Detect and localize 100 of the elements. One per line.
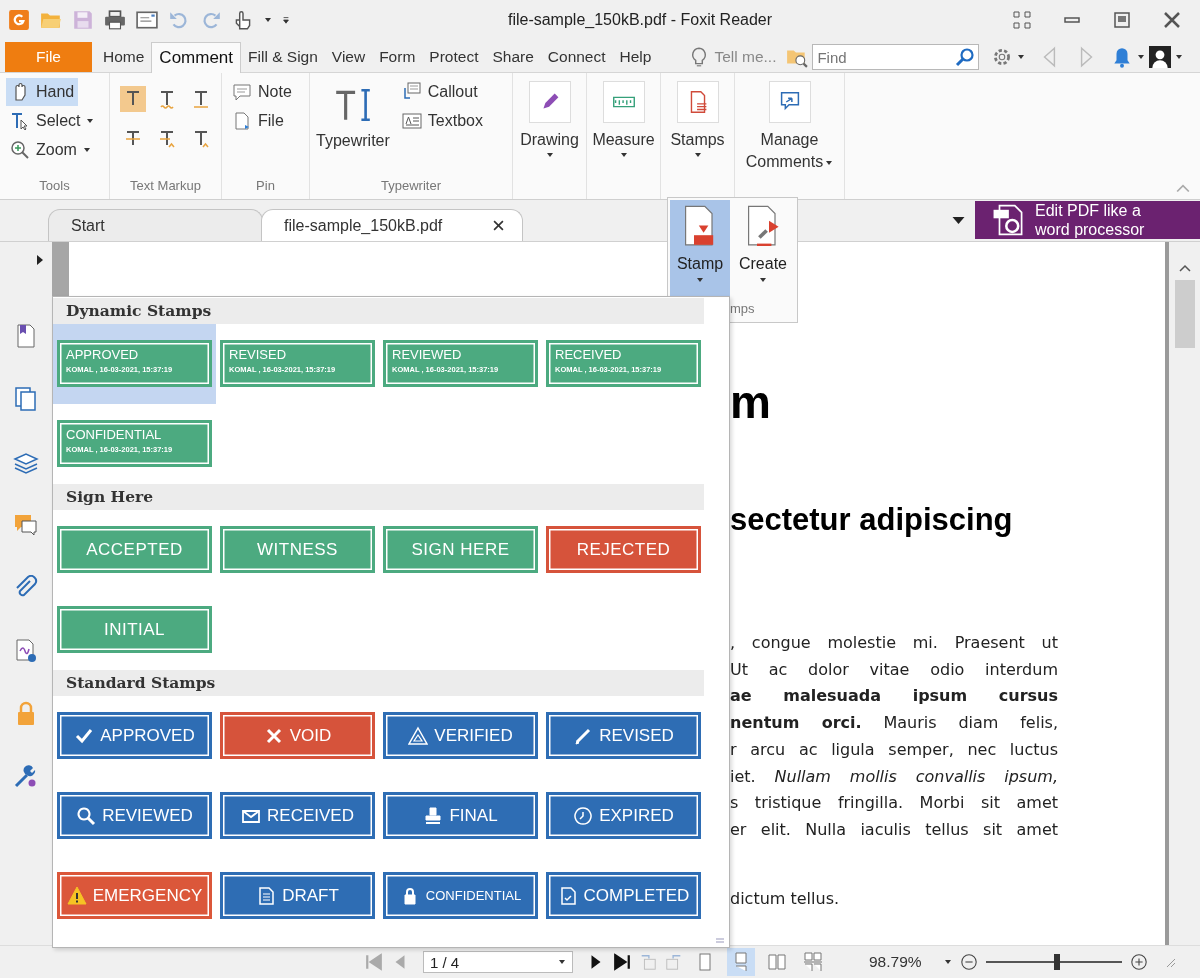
stamp-option[interactable]: COMPLETED — [542, 856, 705, 936]
caret-icon[interactable] — [1137, 53, 1146, 61]
pin-button[interactable]: File — [228, 107, 288, 135]
callout-icon — [401, 82, 422, 102]
zoom-out-icon[interactable] — [959, 953, 978, 971]
stamp: DRAFT — [220, 872, 375, 919]
stamp: REVISED — [546, 712, 701, 759]
slider-thumb[interactable] — [1053, 954, 1060, 970]
search-icon[interactable] — [955, 47, 976, 67]
typewriter-button[interactable]: Typewriter — [316, 78, 390, 178]
stamp: EMERGENCY — [57, 872, 212, 919]
section-header: Standard Stamps — [53, 670, 704, 696]
stamp-option[interactable]: REJECTED — [542, 510, 705, 590]
pages-icon[interactable] — [13, 386, 39, 412]
stamp: VERIFIED — [383, 712, 538, 759]
menu-tab[interactable]: Comment — [151, 42, 242, 73]
avatar-icon[interactable] — [1149, 46, 1172, 68]
caret-icon[interactable] — [264, 16, 272, 24]
section-header: Dynamic Stamps — [53, 298, 704, 324]
zoom-in-icon[interactable] — [1129, 953, 1148, 971]
group-label: Text Markup — [129, 178, 202, 195]
maximize-icon[interactable] — [1112, 10, 1132, 30]
signature-icon[interactable] — [13, 638, 39, 664]
stamp: ACCEPTED — [57, 526, 212, 573]
markup-button[interactable] — [120, 86, 146, 112]
caret-icon — [696, 276, 704, 284]
resize-grip-icon[interactable] — [715, 938, 725, 944]
group-label: Tools — [38, 178, 71, 195]
pin-button[interactable]: Note — [228, 78, 296, 106]
typewriter-tool-button[interactable]: Textbox — [397, 107, 487, 135]
group-label: Typewriter — [380, 178, 442, 195]
stamp-option[interactable]: EMERGENCY — [53, 856, 216, 936]
menu-tab[interactable]: Protect — [422, 42, 486, 72]
stamp: SIGN HERE — [383, 526, 538, 573]
stamp-option[interactable]: REVISED — [542, 696, 705, 776]
promo-banner[interactable]: Edit PDF like a word processor — [975, 201, 1200, 239]
caret-icon[interactable] — [1017, 53, 1026, 61]
ribbon-button[interactable]: Manage Comments — [741, 78, 838, 173]
find-field[interactable]: Find — [812, 44, 980, 70]
customize-icon[interactable] — [282, 16, 290, 24]
stamp-option[interactable]: FINAL — [379, 776, 542, 856]
stamp-option[interactable]: RECEIVED — [216, 776, 379, 856]
document-tab[interactable]: file-sample_150kB.pdf — [261, 209, 523, 241]
file-icon — [232, 111, 252, 131]
close-icon[interactable] — [493, 220, 504, 231]
stamp: VOID — [220, 712, 375, 759]
menu-tab[interactable]: Home — [96, 42, 152, 72]
page-number-field[interactable]: 1 / 4 — [423, 951, 573, 973]
menu-tab[interactable]: Help — [612, 42, 659, 72]
promo-text: Edit PDF like a word processor — [1035, 201, 1145, 239]
expand-icon[interactable] — [36, 254, 44, 266]
app-logo-icon[interactable] — [8, 9, 30, 31]
scroll-up-icon[interactable] — [1178, 264, 1191, 272]
stamp-option[interactable]: CONFIDENTIAL — [379, 856, 542, 936]
stamp: FINAL — [383, 792, 538, 839]
ribbon-button[interactable]: Measure — [592, 78, 655, 159]
stamp: EXPIRED — [546, 792, 701, 839]
tool-button[interactable]: Zoom — [6, 136, 95, 164]
stamp-option[interactable]: REVIEWED — [53, 776, 216, 856]
menu-tab[interactable]: View — [324, 42, 373, 72]
caret-icon — [693, 151, 702, 159]
caret-icon[interactable] — [952, 216, 965, 225]
caret-icon[interactable] — [558, 958, 566, 966]
caret-icon — [759, 276, 767, 284]
search-icon — [76, 805, 97, 826]
menu-tab[interactable]: Form — [372, 42, 423, 72]
stamp: REJECTED — [546, 526, 701, 573]
stamp: REVIEWED — [57, 792, 212, 839]
window-icon[interactable] — [136, 9, 158, 31]
ribbon-button[interactable]: Stamps — [670, 78, 725, 159]
stamp-option[interactable]: APPROVED — [53, 696, 216, 776]
menu-tab[interactable]: Fill & Sign — [241, 42, 325, 72]
fullscreen-icon[interactable] — [1012, 10, 1032, 30]
menu-tab[interactable]: Share — [485, 42, 541, 72]
caret-icon[interactable] — [943, 958, 952, 966]
comment-icon[interactable] — [13, 512, 39, 538]
tool-button[interactable]: Select — [6, 107, 99, 135]
document-tab[interactable]: Start — [48, 209, 263, 241]
menu-tab[interactable]: Connect — [540, 42, 613, 72]
scroll-thumb[interactable] — [1174, 280, 1195, 348]
stamp-option[interactable]: VERIFIED — [379, 696, 542, 776]
typewriter-tool-button[interactable]: Callout — [397, 78, 482, 106]
replace-text-icon — [157, 129, 177, 149]
stamp-tool-button[interactable]: Stamp — [670, 200, 730, 296]
document-heading: m — [730, 375, 772, 429]
last-page-icon[interactable] — [613, 953, 631, 971]
tool-button[interactable]: Hand — [6, 78, 79, 106]
ribbon-button[interactable]: Drawing — [520, 78, 579, 159]
stamp-option[interactable]: EXPIRED — [542, 776, 705, 856]
stamp-option[interactable]: VOID — [216, 696, 379, 776]
close-icon[interactable] — [1162, 10, 1182, 30]
group-label: Pin — [255, 178, 276, 195]
stamp-tool-button[interactable]: Create — [733, 200, 793, 296]
stamp-option[interactable]: DRAFT — [216, 856, 379, 936]
document-icon — [256, 885, 277, 906]
stamp: APPROVED — [57, 712, 212, 759]
print-icon[interactable] — [104, 9, 126, 31]
caret-icon[interactable] — [1175, 53, 1184, 61]
caret-icon — [619, 151, 628, 159]
body-paragraph: , congue molestie mi. Praesent ut Ut ac dolor vitae odio interdum ae malesuada ipsum cursus nentum orci. Mauris diam felis, r arcu ac ligula semper, nec luctus iet. Nullam mollis convallis ipsum, s tristique fringilla. Morbi sit amet er elit. Nulla iaculis tellus sit amet — [730, 632, 1058, 841]
